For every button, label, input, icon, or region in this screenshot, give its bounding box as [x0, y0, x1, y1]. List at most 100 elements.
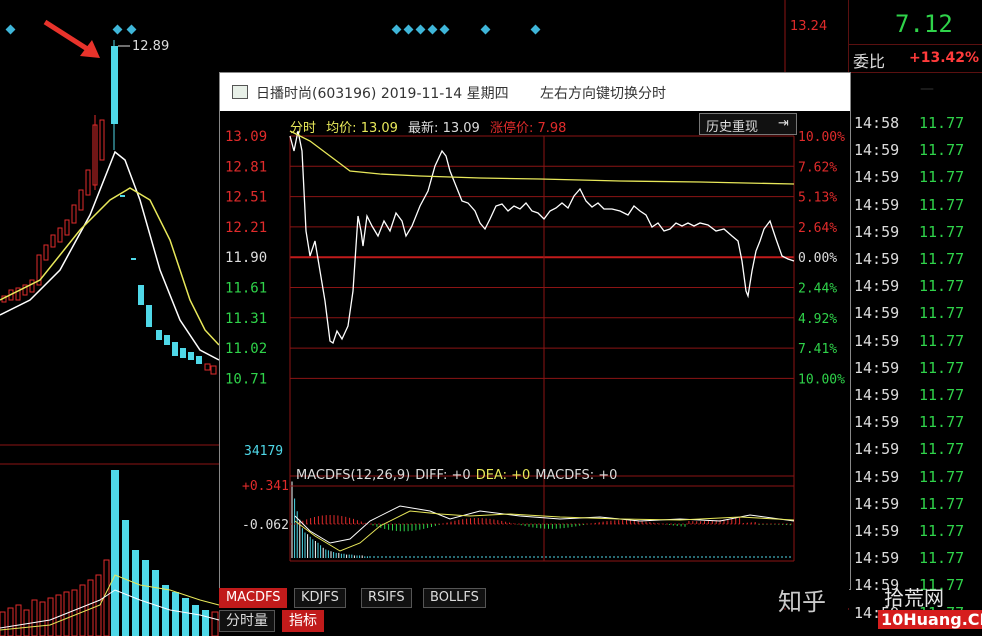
price-tick-label: 11.02	[225, 341, 267, 357]
tab-indicator[interactable]: 指标	[282, 610, 324, 632]
watermark-site: 拾荒网	[884, 586, 944, 610]
pct-tick-label: 7.62%	[798, 160, 837, 175]
tick-time: 14:59	[854, 494, 900, 513]
tick-price: 11.77	[919, 222, 965, 241]
tick-time: 14:59	[854, 413, 900, 432]
entrust-label: 委比	[853, 52, 886, 71]
tab-fenshi-volume[interactable]: 分时量	[219, 610, 275, 632]
pct-tick-label: 7.41%	[798, 342, 837, 357]
tab-bollfs[interactable]: BOLLFS	[423, 588, 486, 608]
tick-time: 14:59	[854, 358, 900, 377]
kline-candles	[1, 115, 105, 303]
tick-row: 14:59 11.77	[849, 355, 982, 382]
tick-price: 11.77	[919, 549, 965, 568]
watermark-domain: 10Huang.CN	[878, 610, 982, 629]
tick-price: 11.77	[919, 304, 965, 323]
avg-price-line	[289, 130, 795, 185]
tick-price: 11.77	[919, 277, 965, 296]
pct-tick-label: 4.92%	[798, 312, 837, 327]
tick-price: 11.77	[919, 413, 965, 432]
tick-time: 14:59	[854, 440, 900, 459]
tick-price: 11.77	[919, 141, 965, 160]
tick-row: 14:59 11.77	[849, 219, 982, 246]
tick-time: 14:59	[854, 549, 900, 568]
red-arrow-icon	[43, 19, 100, 58]
tick-row: 14:59 11.77	[849, 518, 982, 545]
tick-price: 11.77	[919, 440, 965, 459]
tick-price: 11.77	[919, 494, 965, 513]
ma-line-yellow	[0, 187, 220, 346]
tick-row: 14:59 11.77	[849, 164, 982, 191]
pct-tick-label: 2.44%	[798, 282, 837, 297]
tick-time: 14:59	[854, 304, 900, 323]
tick-row: 14:59 11.77	[849, 464, 982, 491]
tick-time: 14:59	[854, 168, 900, 187]
intraday-popup: 日播时尚(603196) 2019-11-14 星期四 左右方向键切换分时 — …	[219, 72, 934, 590]
tick-time: 14:59	[854, 250, 900, 268]
pct-tick-label: 5.13%	[798, 191, 837, 206]
tick-row: 14:59 11.77	[849, 436, 982, 463]
minimize-button[interactable]: —	[920, 81, 934, 97]
price-tick-label: 12.51	[225, 190, 267, 206]
watermark-zhihu: 知乎	[778, 588, 826, 616]
macd-axis-mid: -0.062	[242, 518, 289, 533]
tick-row: 14:59 11.77	[849, 328, 982, 355]
current-price: 7.12	[895, 10, 953, 38]
window-icon	[232, 85, 248, 99]
popup-hint: 左右方向键切换分时	[540, 86, 666, 102]
tick-price: 11.77	[919, 358, 965, 377]
tick-price: 11.77	[919, 168, 965, 187]
tab-macdfs[interactable]: MACDFS	[219, 588, 288, 608]
price-tick-label: 10.71	[225, 371, 267, 387]
price-line	[289, 130, 795, 345]
tick-time: 14:59	[854, 141, 900, 160]
tick-time: 14:59	[854, 222, 900, 241]
pct-tick-label: 10.00%	[798, 130, 845, 145]
quote-panel: 7.12 委比 +13.42% 14:58 11.77 14:59 11.77 14:5…	[848, 0, 982, 636]
macd-axis-top: +0.341	[242, 479, 289, 494]
tick-row: 14:59 11.77	[849, 137, 982, 164]
price-tick-label: 11.61	[225, 281, 267, 297]
tick-price: 11.77	[919, 114, 965, 132]
tick-row: 14:59 11.77	[849, 246, 982, 273]
volume-label: 34179	[244, 444, 283, 459]
tick-time: 14:59	[854, 467, 900, 486]
high-label: 12.89	[132, 39, 169, 54]
tick-time: 14:59	[854, 277, 900, 296]
price-tick-label: 11.90	[225, 250, 267, 266]
tick-price: 11.77	[919, 522, 965, 540]
tick-row: 14:58 11.77	[849, 110, 982, 137]
background-volume-bars	[0, 470, 219, 636]
pct-tick-label: 2.64%	[798, 221, 837, 236]
tick-row: 14:59 11.77	[849, 273, 982, 300]
tick-row: 14:59 11.77	[849, 545, 982, 572]
price-tick-label: 13.09	[225, 129, 267, 145]
popup-titlebar[interactable]: 日播时尚(603196) 2019-11-14 星期四 左右方向键切换分时 —	[220, 73, 934, 111]
price-tick-label: 11.31	[225, 311, 267, 327]
tick-price: 11.77	[919, 195, 965, 214]
price-tick-label: 12.81	[225, 159, 267, 175]
entrust-value: +13.42%	[909, 50, 980, 66]
popup-title: 日播时尚(603196) 2019-11-14 星期四	[256, 86, 509, 102]
tick-price: 11.77	[919, 386, 965, 404]
tick-row: 14:59 11.77	[849, 491, 982, 518]
intraday-chart: 13.09 10.00% 12.81 7.62% 12.51 5.13% 12.21 2.64…	[225, 129, 845, 562]
background-price-label: 13.24	[790, 19, 827, 34]
tick-row: 14:59 11.77	[849, 300, 982, 327]
tick-price: 11.77	[919, 331, 965, 350]
event-markers	[5, 24, 541, 35]
tick-time: 14:59	[854, 386, 900, 404]
tab-rsifs[interactable]: RSIFS	[361, 588, 412, 608]
tab-kdjfs[interactable]: KDJFS	[294, 588, 346, 608]
tick-row: 14:59 11.77	[849, 192, 982, 219]
ma-line-white	[0, 150, 220, 361]
tick-row: 14:59 11.77	[849, 409, 982, 436]
macd-header: MACDFS(12,26,9) DIFF: +0 DEA: +0 MACDFS: +0	[296, 468, 617, 483]
bottom-tabs: 分时量 指标	[219, 610, 849, 636]
pct-tick-label: 0.00%	[798, 251, 837, 266]
indicator-tabs: MACDFS KDJFS RSIFS BOLLFS	[219, 588, 849, 608]
tick-time: 14:59	[854, 331, 900, 350]
tick-row: 14:59 11.77	[849, 382, 982, 409]
tick-price: 11.77	[919, 467, 965, 486]
tick-time: 14:59	[854, 195, 900, 214]
